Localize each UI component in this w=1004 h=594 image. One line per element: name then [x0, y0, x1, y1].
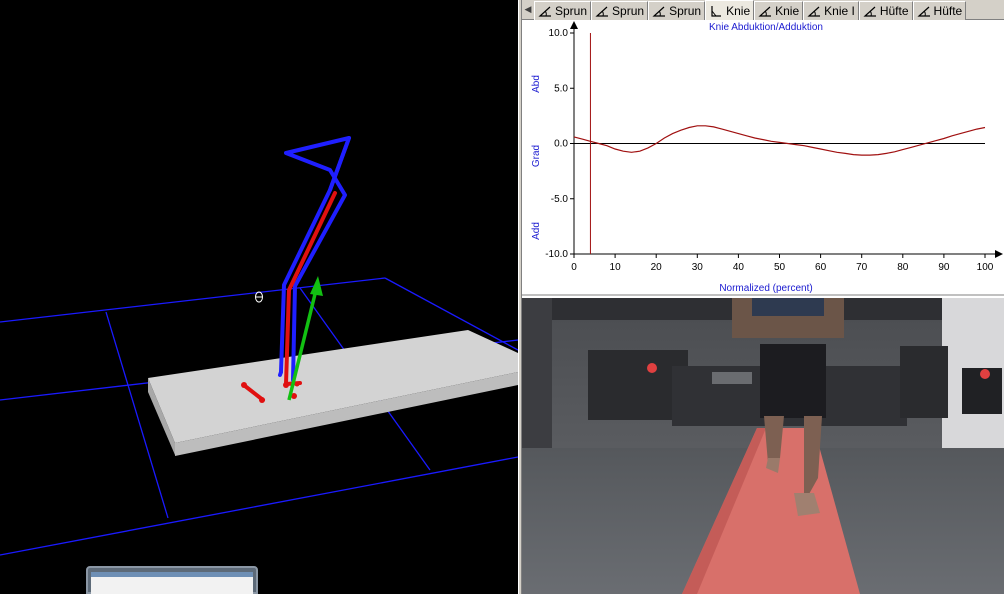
chart-xlabel: Normalized (percent) [719, 283, 812, 294]
chart-ylabel: Grad [531, 145, 542, 167]
tab-scroll-left-icon[interactable]: ◀ [522, 0, 534, 19]
knee-angle-icon [711, 5, 722, 17]
force-plate [148, 330, 518, 456]
tab-label: Knie [775, 4, 800, 18]
grid-line [0, 456, 518, 556]
tab-label: Knie [726, 3, 751, 18]
x-tick-label: 100 [977, 262, 994, 273]
knee-abduction-chart[interactable]: 10.0 5.0 0.0 -5.0 -10.00 10 20 30 40 50 60 70 80 90 10… [522, 21, 1004, 296]
marker-dot [259, 397, 265, 403]
tab-label: Sprun [669, 4, 702, 18]
y-tick-label: -5.0 [551, 194, 569, 205]
tab-6[interactable]: Hüfte [858, 1, 913, 20]
x-tick-label: 60 [815, 262, 827, 273]
3d-scene[interactable] [0, 0, 518, 594]
grid-line [0, 277, 386, 323]
tab-7[interactable]: Hüfte [912, 1, 967, 20]
x-tick-label: 80 [897, 262, 909, 273]
tab-1[interactable]: Sprun [591, 1, 649, 20]
x-tick-label: 10 [610, 262, 622, 273]
tab-label: Sprun [555, 4, 588, 18]
video-panel[interactable] [522, 298, 1004, 594]
tab-3[interactable]: Knie [705, 0, 755, 20]
y-tick-label: 5.0 [554, 83, 568, 94]
y-tick-label: -10.0 [545, 249, 568, 260]
chart-ticks: 10.0 5.0 0.0 -5.0 -10.00 10 20 30 40 50 60 70 80 90 10… [545, 28, 994, 273]
tab-label: Knie I [824, 4, 855, 18]
x-axis-arrow-icon [995, 250, 1003, 258]
tab-label: Hüfte [933, 4, 963, 18]
angle-icon [916, 6, 930, 17]
chart-panel[interactable]: 10.0 5.0 0.0 -5.0 -10.0 0 10 20 30 40 50 60 70 80 90 10… [522, 21, 1004, 296]
angle-icon [595, 6, 609, 17]
angle-icon [863, 6, 876, 17]
y-axis-arrow-icon [570, 21, 578, 29]
tab-label: Hüfte [879, 4, 909, 18]
thumbnail-window [91, 572, 253, 594]
angle-icon [807, 6, 821, 17]
tab-list: Sprun Sprun Sprun Knie Knie Knie I Hüfte Hüfte [534, 0, 967, 20]
tab-2[interactable]: Sprun [648, 1, 706, 20]
chart-title: Knie Abduktion/Adduktion [709, 22, 823, 33]
x-tick-label: 50 [774, 262, 786, 273]
tab-4[interactable]: Knie [754, 1, 804, 20]
graph-tab-bar: ◀ Sprun Sprun Sprun Knie Knie Knie I Hüfte Hüft… [522, 0, 1004, 20]
chart-annotation-add: Add [531, 222, 542, 240]
skeleton-blue [278, 136, 351, 382]
x-tick-label: 30 [692, 262, 704, 273]
tab-5[interactable]: Knie I [803, 1, 859, 20]
series-line [573, 125, 986, 156]
video-frame [522, 298, 1004, 594]
x-tick-label: 0 [571, 262, 577, 273]
chart-annotation-abd: Abd [531, 75, 542, 93]
angle-icon [758, 6, 772, 17]
angle-icon [538, 6, 551, 17]
marker-dot [241, 382, 247, 388]
x-tick-label: 40 [733, 262, 745, 273]
3d-viewport[interactable] [0, 0, 518, 594]
y-tick-label: 10.0 [549, 28, 569, 39]
thumbnail-titlebar [91, 572, 253, 577]
x-tick-label: 90 [938, 262, 950, 273]
marker-dot [294, 381, 300, 387]
x-tick-label: 20 [651, 262, 663, 273]
analysis-pane: ◀ Sprun Sprun Sprun Knie Knie Knie I Hüfte Hüft… [522, 0, 1004, 594]
taskbar-thumbnail-preview[interactable] [86, 566, 258, 594]
angle-icon [652, 6, 666, 17]
pivot-cursor-icon [255, 291, 263, 303]
y-tick-label: 0.0 [554, 139, 568, 150]
x-tick-label: 70 [856, 262, 868, 273]
tab-0[interactable]: Sprun [534, 1, 592, 20]
tab-label: Sprun [612, 4, 645, 18]
